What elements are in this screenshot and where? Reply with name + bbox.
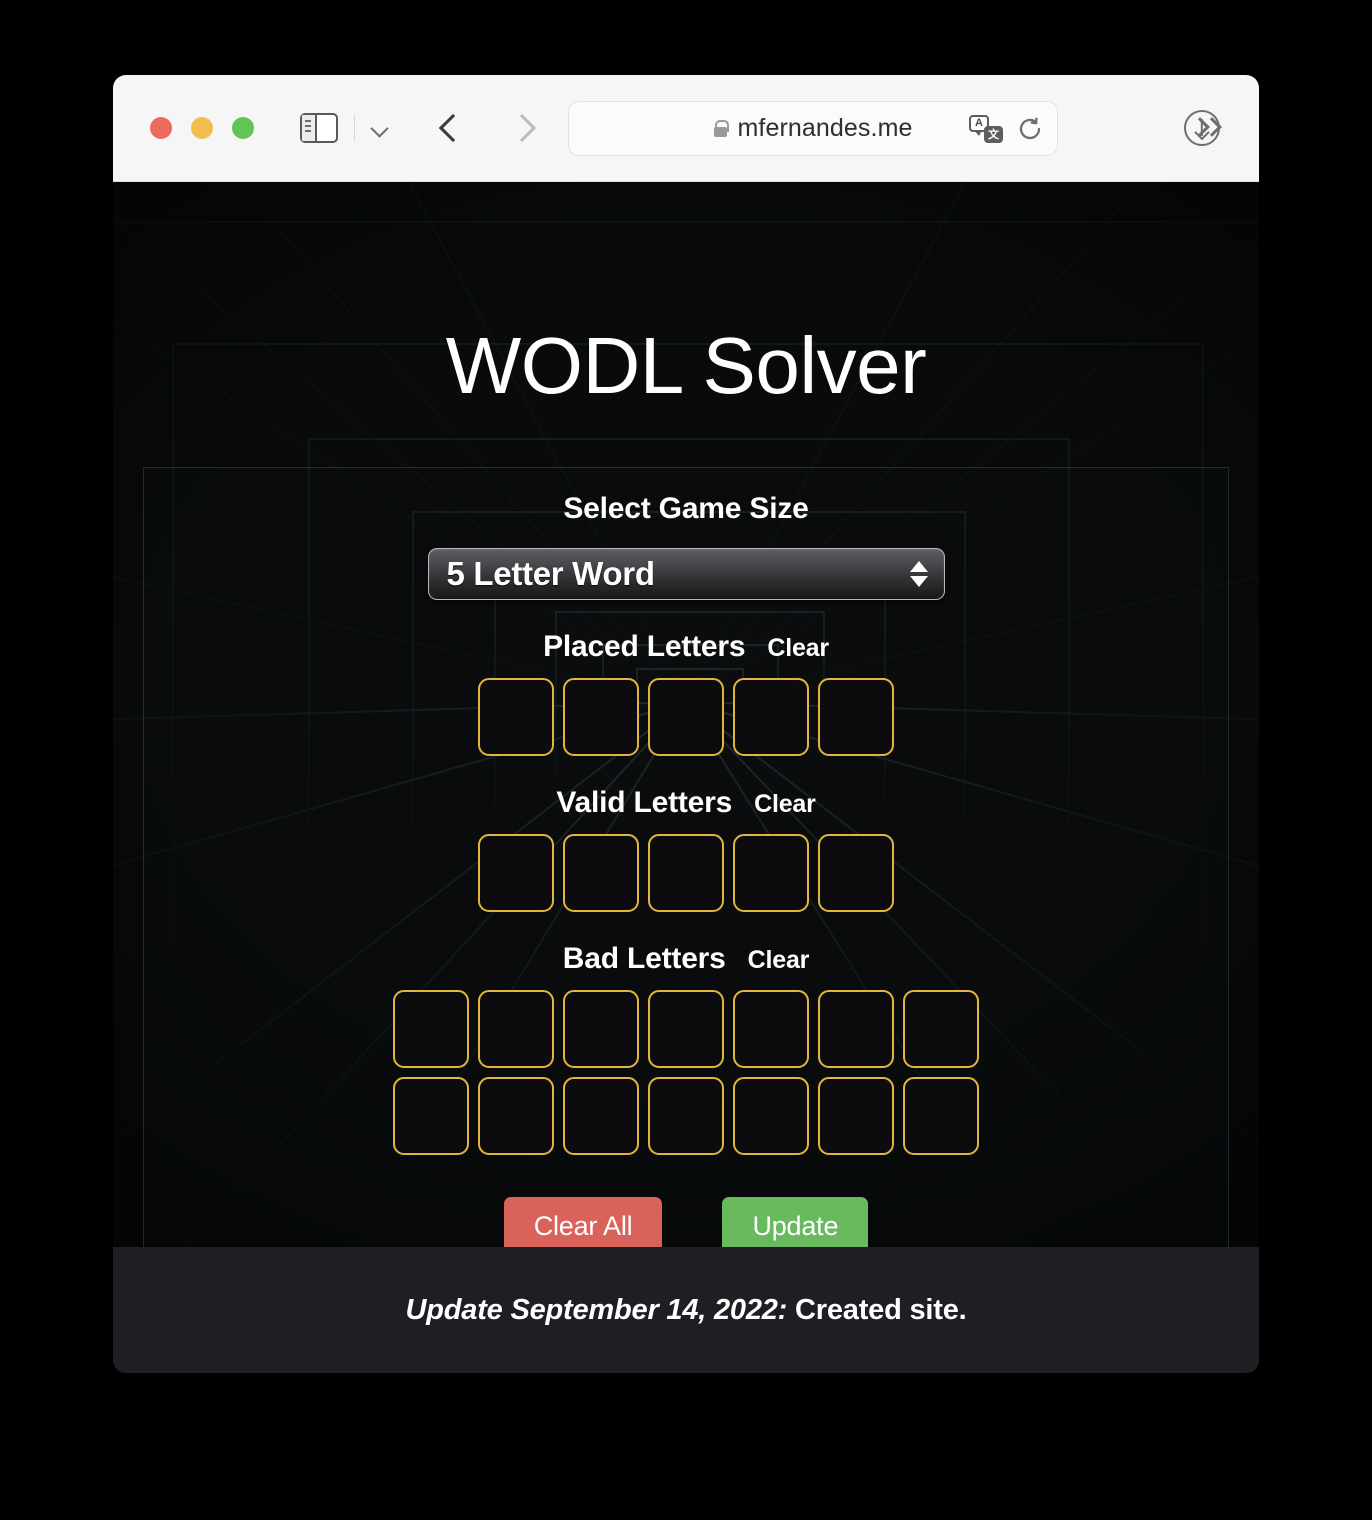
- group-placed-letters: Placed Letters Clear: [144, 630, 1228, 756]
- valid-letter-input[interactable]: [478, 834, 554, 912]
- valid-letter-input[interactable]: [648, 834, 724, 912]
- page-title: WODL Solver: [445, 321, 927, 410]
- bad-letters-row-1: [144, 990, 1228, 1068]
- game-size-select[interactable]: 5 Letter Word: [427, 548, 945, 600]
- back-arrow-icon[interactable]: [435, 110, 465, 146]
- placed-letter-input[interactable]: [648, 678, 724, 756]
- bad-letter-input[interactable]: [648, 990, 724, 1068]
- bad-letter-input[interactable]: [818, 990, 894, 1068]
- placed-letter-input[interactable]: [563, 678, 639, 756]
- placed-letter-input[interactable]: [818, 678, 894, 756]
- bad-letters-label: Bad Letters: [562, 942, 726, 975]
- bad-letter-input[interactable]: [393, 990, 469, 1068]
- close-window-button[interactable]: [150, 117, 172, 139]
- footer-update-note: Update September 14, 2022: Created site.: [406, 1294, 967, 1327]
- clear-placed-letters-button[interactable]: Clear: [767, 634, 829, 663]
- valid-letter-input[interactable]: [818, 834, 894, 912]
- group-bad-letters: Bad Letters Clear: [144, 942, 1228, 1155]
- bad-letter-input[interactable]: [903, 1077, 979, 1155]
- game-size-select-wrap: 5 Letter Word: [144, 548, 1228, 600]
- maximize-window-button[interactable]: [232, 117, 254, 139]
- footer-update-date: Update September 14, 2022:: [405, 1293, 788, 1326]
- browser-window: mfernandes.me A 文 WODL Solver Select Gam…: [113, 75, 1259, 1373]
- valid-letters-label: Valid Letters: [556, 786, 733, 819]
- translate-bubble-target: 文: [984, 125, 1003, 143]
- bad-letter-input[interactable]: [478, 990, 554, 1068]
- stepper-up-icon: [909, 561, 928, 572]
- group-header: Bad Letters Clear: [144, 942, 1228, 976]
- bad-letter-input[interactable]: [733, 990, 809, 1068]
- placed-letter-input[interactable]: [733, 678, 809, 756]
- placed-letters-row: [144, 678, 1228, 756]
- select-game-size-label: Select Game Size: [563, 492, 809, 525]
- double-chevron-right-icon[interactable]: [1190, 113, 1225, 143]
- browser-toolbar: mfernandes.me A 文: [113, 75, 1259, 182]
- group-header: Valid Letters Clear: [144, 786, 1228, 820]
- valid-letters-row: [144, 834, 1228, 912]
- lock-icon: [713, 120, 729, 137]
- bad-letter-input[interactable]: [903, 990, 979, 1068]
- clear-bad-letters-button[interactable]: Clear: [748, 946, 810, 975]
- footer-update-body: Created site.: [787, 1293, 967, 1326]
- placed-letters-label: Placed Letters: [543, 630, 746, 663]
- bad-letter-input[interactable]: [478, 1077, 554, 1155]
- address-bar-actions: A 文: [969, 114, 1043, 143]
- sidebar-toggle-icon[interactable]: [300, 113, 338, 143]
- translate-icon[interactable]: A 文: [969, 114, 1003, 143]
- chevron-down-icon[interactable]: [369, 117, 391, 139]
- solver-card: Select Game Size 5 Letter Word Placed Le…: [143, 467, 1229, 1293]
- bad-letter-input[interactable]: [563, 990, 639, 1068]
- forward-arrow-icon[interactable]: [507, 110, 537, 146]
- url-text: mfernandes.me: [737, 114, 913, 142]
- stepper-down-icon: [909, 576, 928, 587]
- valid-letter-input[interactable]: [733, 834, 809, 912]
- bad-letter-input[interactable]: [648, 1077, 724, 1155]
- minimize-window-button[interactable]: [191, 117, 213, 139]
- reload-icon[interactable]: [1017, 116, 1043, 142]
- bad-letter-input[interactable]: [563, 1077, 639, 1155]
- sidebar-lines: [305, 120, 311, 132]
- traffic-lights: [150, 117, 254, 139]
- bad-letter-input[interactable]: [818, 1077, 894, 1155]
- bad-letter-input[interactable]: [393, 1077, 469, 1155]
- clear-valid-letters-button[interactable]: Clear: [754, 790, 816, 819]
- address-bar[interactable]: mfernandes.me A 文: [568, 101, 1058, 156]
- placed-letter-input[interactable]: [478, 678, 554, 756]
- group-header: Placed Letters Clear: [144, 630, 1228, 664]
- toolbar-divider: [354, 115, 355, 141]
- address-bar-content: mfernandes.me: [713, 114, 913, 143]
- valid-letter-input[interactable]: [563, 834, 639, 912]
- bad-letter-input[interactable]: [733, 1077, 809, 1155]
- page-footer: Update September 14, 2022: Created site.: [113, 1247, 1259, 1373]
- page-content: WODL Solver Select Game Size 5 Letter Wo…: [113, 182, 1259, 1373]
- game-size-select-value: 5 Letter Word: [446, 555, 655, 592]
- stepper-arrows-icon[interactable]: [909, 561, 928, 587]
- group-valid-letters: Valid Letters Clear: [144, 786, 1228, 912]
- bad-letters-row-2: [144, 1077, 1228, 1155]
